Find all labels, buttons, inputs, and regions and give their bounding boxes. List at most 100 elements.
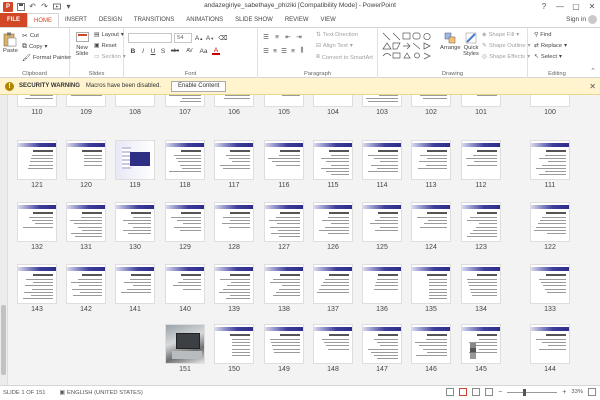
shape-effects-button[interactable]: ◎ Shape Effects ▾: [482, 54, 530, 60]
shape-outline-button[interactable]: ✎ Shape Outline ▾: [482, 43, 531, 49]
help-button[interactable]: ?: [536, 0, 552, 12]
slide-thumbnail[interactable]: [461, 264, 501, 304]
shape-fill-button[interactable]: ◈ Shape Fill ▾: [482, 32, 519, 38]
fit-to-window-icon[interactable]: [588, 388, 596, 396]
minimize-button[interactable]: —: [552, 0, 568, 12]
slide-thumbnail[interactable]: [66, 95, 106, 107]
zoom-slider[interactable]: [507, 388, 558, 396]
start-from-beginning-icon[interactable]: [52, 2, 61, 11]
bullets-icon[interactable]: ☰: [262, 33, 270, 41]
slide-thumbnail[interactable]: [264, 95, 304, 107]
slide-thumbnail[interactable]: [461, 324, 501, 364]
slide-thumbnail[interactable]: [264, 264, 304, 304]
slide-thumbnail[interactable]: [264, 202, 304, 242]
zoom-slider-knob[interactable]: [523, 388, 527, 396]
find-button[interactable]: ⚲ Find: [534, 32, 552, 38]
customize-qat-icon[interactable]: ▾: [64, 2, 73, 11]
redo-icon[interactable]: ↷: [40, 2, 49, 11]
copy-button[interactable]: ⧉ Copy ▾: [22, 43, 47, 51]
tab-home[interactable]: HOME: [27, 13, 59, 27]
slide-thumbnail[interactable]: [214, 140, 254, 180]
slide-thumbnail[interactable]: [313, 264, 353, 304]
slide-thumbnail[interactable]: [17, 95, 57, 107]
close-icon[interactable]: ✕: [589, 82, 596, 91]
slide-thumbnail[interactable]: [165, 202, 205, 242]
cut-button[interactable]: ✂ Cut: [22, 32, 39, 40]
slide-thumbnail[interactable]: [461, 140, 501, 180]
slide-thumbnail[interactable]: [411, 202, 451, 242]
vertical-scrollbar[interactable]: [0, 95, 8, 385]
slide-thumbnail[interactable]: [66, 140, 106, 180]
reset-button[interactable]: ▣ Reset: [94, 43, 117, 49]
slide-thumbnail[interactable]: [115, 140, 155, 180]
maximize-button[interactable]: ▢: [568, 0, 584, 12]
font-color-button[interactable]: A: [212, 47, 220, 55]
font-size-box[interactable]: 54: [174, 33, 192, 43]
slide-thumbnail[interactable]: [165, 264, 205, 304]
slide-thumbnail[interactable]: [362, 324, 402, 364]
slide-thumbnail[interactable]: [411, 140, 451, 180]
shrink-font-button[interactable]: A ▼: [206, 34, 214, 42]
decrease-indent-icon[interactable]: ⇤: [284, 33, 292, 41]
slide-thumbnail[interactable]: [362, 202, 402, 242]
quick-styles-button[interactable]: Quick Styles: [462, 32, 480, 58]
align-right-icon[interactable]: ☰: [280, 47, 288, 55]
align-left-icon[interactable]: ☰: [262, 47, 270, 55]
zoom-in-icon[interactable]: +: [562, 389, 566, 396]
align-text-button[interactable]: ⊟ Align Text ▾: [316, 43, 353, 49]
tab-design[interactable]: DESIGN: [93, 13, 128, 27]
tab-review[interactable]: REVIEW: [279, 13, 315, 27]
collapse-ribbon-icon[interactable]: ⌃: [590, 67, 596, 75]
slide-thumbnail[interactable]: [115, 202, 155, 242]
slide-thumbnail[interactable]: [214, 202, 254, 242]
justify-icon[interactable]: ≡: [289, 47, 297, 55]
slide-thumbnail[interactable]: [214, 264, 254, 304]
grow-font-button[interactable]: A ▲: [195, 34, 203, 42]
slide-thumbnail[interactable]: [530, 202, 570, 242]
new-slide-button[interactable]: New Slide: [73, 32, 91, 58]
slide-thumbnail[interactable]: [165, 95, 205, 107]
save-icon[interactable]: [16, 2, 25, 11]
slide-thumbnail[interactable]: [362, 264, 402, 304]
slide-thumbnail[interactable]: [165, 324, 205, 364]
increase-indent-icon[interactable]: ⇥: [295, 33, 303, 41]
font-name-box[interactable]: [128, 33, 172, 43]
scrollbar-thumb[interactable]: [1, 305, 6, 375]
normal-view-icon[interactable]: [446, 388, 455, 396]
slide-thumbnail[interactable]: [115, 95, 155, 107]
slide-thumbnail[interactable]: [461, 95, 501, 107]
slide-thumbnail[interactable]: [66, 202, 106, 242]
slide-thumbnail[interactable]: [17, 140, 57, 180]
slide-thumbnail[interactable]: [530, 95, 570, 107]
paste-button[interactable]: Paste: [3, 32, 18, 54]
slide-thumbnail[interactable]: [214, 95, 254, 107]
slide-thumbnail[interactable]: [264, 324, 304, 364]
slide-thumbnail[interactable]: [115, 264, 155, 304]
slide-thumbnail[interactable]: [313, 140, 353, 180]
character-spacing-button[interactable]: AV: [184, 47, 195, 55]
slide-thumbnail[interactable]: [411, 324, 451, 364]
tab-file[interactable]: FILE: [0, 13, 27, 27]
undo-icon[interactable]: ↶: [28, 2, 37, 11]
tab-insert[interactable]: INSERT: [59, 13, 93, 27]
tab-animations[interactable]: ANIMATIONS: [180, 13, 229, 27]
slide-thumbnail[interactable]: [530, 324, 570, 364]
shapes-gallery[interactable]: [382, 32, 438, 60]
tab-slide-show[interactable]: SLIDE SHOW: [229, 13, 279, 27]
slide-sorter-view-icon[interactable]: [459, 388, 468, 396]
replace-button[interactable]: ⇄ Replace ▾: [534, 43, 567, 49]
text-direction-button[interactable]: ⇅ Text Direction: [316, 32, 358, 38]
columns-icon[interactable]: ⫼: [298, 47, 306, 55]
close-window-button[interactable]: ✕: [584, 0, 600, 12]
tab-view[interactable]: VIEW: [315, 13, 342, 27]
language-status[interactable]: ▣ ENGLISH (UNITED STATES): [60, 390, 143, 396]
slide-thumbnail[interactable]: [411, 95, 451, 107]
slide-thumbnail[interactable]: [530, 264, 570, 304]
account-smiley-icon[interactable]: [588, 15, 597, 24]
slide-thumbnail[interactable]: [17, 264, 57, 304]
slide-thumbnail[interactable]: [411, 264, 451, 304]
slide-thumbnail[interactable]: [17, 202, 57, 242]
convert-to-smartart-button[interactable]: ⧈ Convert to SmartArt: [316, 54, 373, 61]
slide-thumbnail[interactable]: [313, 202, 353, 242]
sign-in-link[interactable]: Sign in: [566, 16, 586, 23]
